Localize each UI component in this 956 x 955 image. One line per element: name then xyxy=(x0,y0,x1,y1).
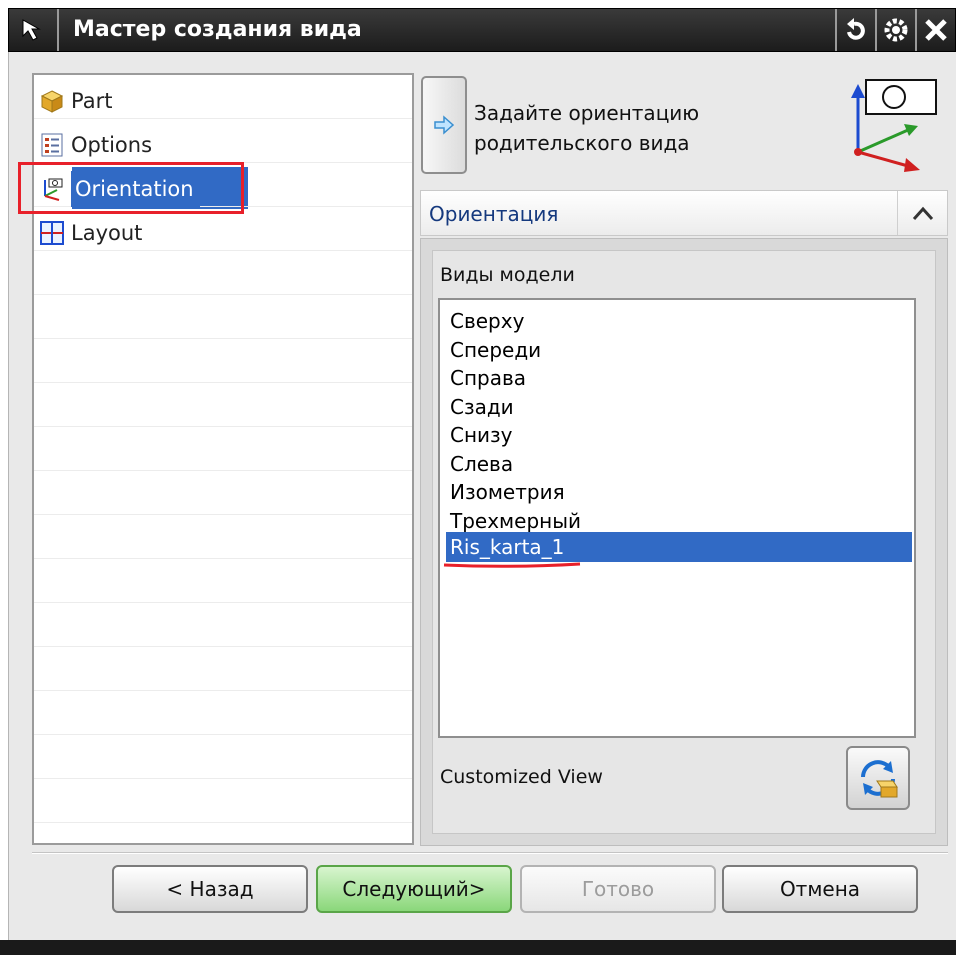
list-item-front[interactable]: Спереди xyxy=(446,336,912,365)
close-icon[interactable] xyxy=(915,9,955,51)
bottom-bar xyxy=(0,940,956,955)
next-button[interactable]: Следующий> xyxy=(316,865,512,913)
list-item-back[interactable]: Сзади xyxy=(446,393,912,422)
nav-item-options[interactable]: Options xyxy=(34,123,152,167)
selection-red-underline xyxy=(443,562,581,568)
section-title: Ориентация xyxy=(429,202,559,226)
cancel-button[interactable]: Отмена xyxy=(722,865,918,913)
list-item-trimetric[interactable]: Трехмерный xyxy=(446,507,912,536)
finish-button[interactable]: Готово xyxy=(520,865,716,913)
list-item-top[interactable]: Сверху xyxy=(446,307,912,336)
list-item-ris-karta-1[interactable]: Ris_karta_1 xyxy=(446,532,912,562)
model-views-label: Виды модели xyxy=(440,264,575,286)
list-item-left[interactable]: Слева xyxy=(446,450,912,479)
layout-grid-icon xyxy=(39,220,65,246)
window-title: Мастер создания вида xyxy=(73,17,362,42)
step-select-button[interactable] xyxy=(421,76,467,174)
collapse-chevron-up-icon[interactable] xyxy=(897,191,947,235)
list-item-isometric[interactable]: Изометрия xyxy=(446,478,912,507)
arrow-right-icon xyxy=(434,115,455,135)
list-item-bottom[interactable]: Снизу xyxy=(446,421,912,450)
nav-item-layout[interactable]: Layout xyxy=(34,211,142,255)
step-instruction: Задайте ориентацию родительского вида xyxy=(474,101,700,155)
reset-icon[interactable] xyxy=(835,9,875,51)
customized-view-label: Customized View xyxy=(440,766,603,788)
select-cursor-icon[interactable] xyxy=(9,9,59,51)
footer-separator xyxy=(32,852,948,854)
settings-gear-icon[interactable] xyxy=(875,9,915,51)
options-checklist-icon xyxy=(39,132,65,158)
orientation-highlight-box xyxy=(18,162,244,214)
orientation-section-header[interactable]: Ориентация xyxy=(420,190,948,236)
model-views-listbox[interactable]: Сверху Спереди Справа Сзади Снизу Слева … xyxy=(438,298,916,738)
back-button[interactable]: < Назад xyxy=(112,865,308,913)
customized-view-icon xyxy=(861,760,898,798)
title-bar: Мастер создания вида xyxy=(8,8,956,52)
orientation-preview-icon xyxy=(846,78,938,178)
customized-view-button[interactable] xyxy=(846,746,910,810)
nav-item-part[interactable]: Part xyxy=(34,79,112,123)
list-item-right[interactable]: Справа xyxy=(446,364,912,393)
part-cube-icon xyxy=(39,88,65,114)
